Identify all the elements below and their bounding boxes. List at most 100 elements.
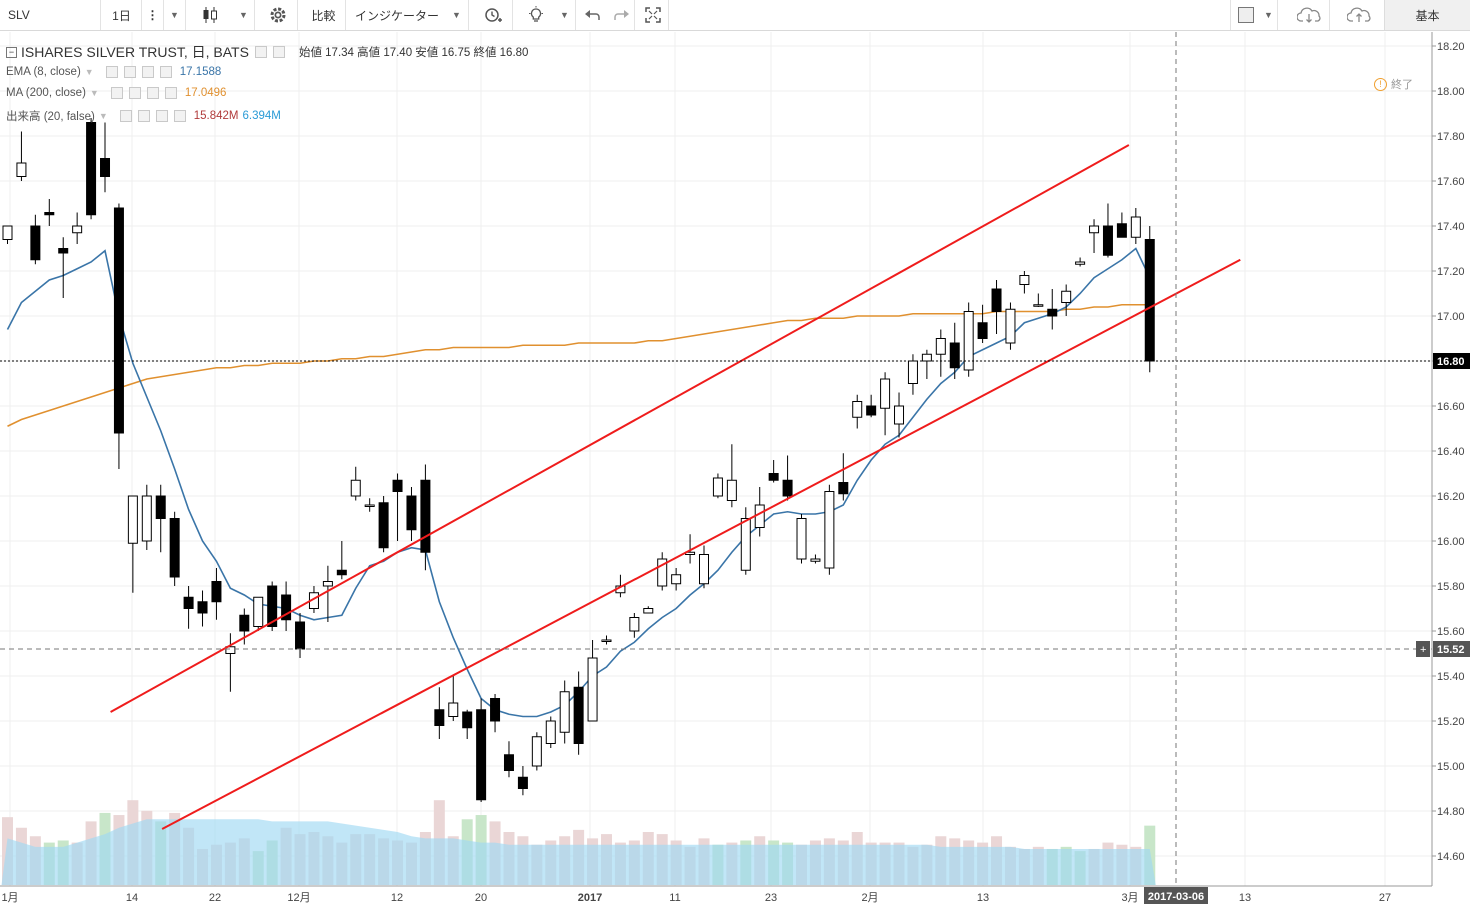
volume-ma-value: 6.394M — [242, 110, 281, 122]
collapse-icon[interactable]: − — [6, 46, 17, 58]
gear-icon[interactable] — [272, 46, 285, 58]
market-status[interactable]: ! 終了 — [1374, 76, 1413, 92]
candle-body — [1130, 216, 1141, 238]
price-tick-label: 16.00 — [1437, 536, 1465, 548]
add-icon[interactable] — [155, 110, 168, 122]
indicators-dropdown[interactable]: ▼ — [445, 0, 469, 30]
gear-icon[interactable] — [128, 87, 141, 99]
add-icon[interactable] — [141, 66, 154, 78]
time-tick-label: 12 — [391, 892, 403, 904]
time-tick-label: 13 — [1239, 892, 1251, 904]
candle-body — [169, 518, 180, 578]
indicator-lines — [6, 247, 1151, 718]
warning-icon: ! — [1374, 77, 1387, 91]
candle-body — [712, 477, 723, 497]
chart-style-button[interactable] — [186, 0, 233, 30]
price-tick-label: 17.40 — [1437, 221, 1465, 233]
settings-button[interactable] — [258, 0, 298, 30]
save-layout-button[interactable] — [1340, 0, 1380, 30]
alert-button[interactable] — [473, 0, 513, 30]
undo-button[interactable] — [579, 0, 607, 30]
layout-dropdown[interactable]: ▼ — [1260, 0, 1278, 30]
candle-body — [726, 479, 737, 501]
time-tick-label: 12月 — [287, 892, 310, 904]
vertical-dots-icon: ⋮ — [146, 8, 159, 22]
legend-volume[interactable]: 出来高 (20, false) ▼ 15.842M 6.394M — [6, 108, 281, 124]
candle-body — [545, 720, 556, 744]
load-layout-button[interactable] — [1290, 0, 1330, 30]
eye-icon[interactable] — [119, 110, 132, 122]
candle-body — [2, 225, 13, 240]
redo-button[interactable] — [607, 0, 635, 30]
layout-name-tab[interactable]: 基本 — [1384, 0, 1470, 30]
candle-body — [587, 657, 598, 722]
chart-style-dropdown[interactable]: ▼ — [233, 0, 255, 30]
candle-body — [768, 473, 779, 481]
volume-label: 出来高 (20, false) — [6, 111, 95, 123]
time-tick-label: 27 — [1379, 892, 1391, 904]
eye-icon[interactable] — [254, 46, 267, 58]
interval-dropdown[interactable]: ▼ — [164, 0, 186, 30]
candle-body — [183, 596, 194, 609]
price-tick-label: 18.20 — [1437, 41, 1465, 53]
close-icon[interactable] — [164, 87, 177, 99]
market-status-label: 終了 — [1391, 79, 1413, 91]
close-icon[interactable] — [159, 66, 172, 78]
chevron-down-icon: ▼ — [239, 10, 248, 20]
interval-button[interactable]: 1日 — [102, 0, 142, 30]
more-intervals-button[interactable]: ⋮ — [142, 0, 164, 30]
candle-body — [796, 518, 807, 560]
add-icon[interactable] — [146, 87, 159, 99]
price-tick-label: 17.00 — [1437, 311, 1465, 323]
candle-body — [1089, 225, 1100, 234]
candle-body — [531, 736, 542, 767]
candle-body — [100, 158, 111, 177]
legend-ema[interactable]: EMA (8, close) ▼ 17.1588 — [6, 66, 221, 78]
time-tick-label: 2月 — [861, 892, 878, 904]
legend-ma[interactable]: MA (200, close) ▼ 17.0496 — [6, 87, 226, 99]
layout-toggle-button[interactable] — [1230, 0, 1260, 30]
candle-body — [476, 709, 487, 801]
candle-body — [838, 482, 849, 495]
indicators-button[interactable]: インジケーター — [349, 0, 445, 30]
ideas-button[interactable] — [518, 0, 554, 30]
candle-body — [907, 360, 918, 384]
fullscreen-button[interactable] — [637, 0, 669, 30]
candle-body — [58, 248, 69, 254]
candle-body — [392, 479, 403, 492]
gear-icon[interactable] — [137, 110, 150, 122]
price-tick-label: 15.60 — [1437, 626, 1465, 638]
price-tick-label: 17.60 — [1437, 176, 1465, 188]
ideas-dropdown[interactable]: ▼ — [554, 0, 576, 30]
price-tick-label: 15.40 — [1437, 671, 1465, 683]
eye-icon[interactable] — [110, 87, 123, 99]
price-chart[interactable]: 18.20 18.00 17.80 17.60 17.40 17.20 17.00 16.80… — [0, 32, 1470, 906]
gear-icon[interactable] — [123, 66, 136, 78]
candle-body — [880, 378, 891, 409]
chart-area[interactable]: 18.20 18.00 17.80 17.60 17.40 17.20 17.00 16.80… — [0, 32, 1470, 906]
candle-body — [559, 691, 570, 733]
chevron-down-icon: ▼ — [84, 67, 94, 77]
time-tick-label: 13 — [977, 892, 989, 904]
compare-button[interactable]: 比較 — [302, 0, 346, 30]
alarm-clock-icon — [484, 8, 502, 22]
symbol-search[interactable]: SLV — [0, 0, 101, 30]
candle-body — [197, 601, 208, 614]
price-axis[interactable]: 18.20 18.00 17.80 17.60 17.40 17.20 17.00 16.80… — [0, 32, 1470, 886]
candle-body — [573, 686, 584, 744]
undo-icon — [585, 10, 600, 20]
chevron-down-icon: ▼ — [170, 10, 179, 20]
candle-body — [824, 491, 835, 569]
close-icon[interactable] — [173, 110, 186, 122]
time-tick-label: 2017 — [578, 892, 602, 904]
candle-body — [782, 479, 793, 497]
candle-body — [1033, 304, 1044, 307]
eye-icon[interactable] — [105, 66, 118, 78]
candle-body — [671, 574, 682, 585]
redo-icon — [613, 10, 629, 20]
candle-body — [894, 405, 905, 425]
candle-body — [86, 122, 97, 216]
candle-body — [852, 401, 863, 418]
time-axis[interactable]: 1月 14 22 12月 12 20 2017 11 23 2月 13 3月 13 27 2017-03-0… — [0, 885, 1470, 906]
candle-body — [503, 754, 514, 771]
